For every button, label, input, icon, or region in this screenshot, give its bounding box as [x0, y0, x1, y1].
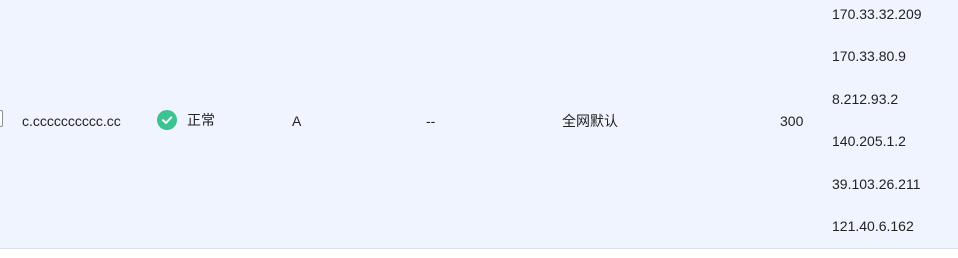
check-circle-icon: [157, 110, 177, 130]
record-line: 全网默认: [562, 113, 618, 129]
table-row: c.cccccccccc.cc 正常 A -- 全网默认 300 170.33.…: [0, 0, 958, 249]
status-label: 正常: [187, 112, 215, 128]
record-type: A: [292, 113, 302, 129]
record-value: 39.103.26.211: [832, 175, 921, 192]
record-value: 121.40.6.162: [832, 217, 914, 234]
record-values-list: 170.33.32.209 170.33.80.9 8.212.93.2 140…: [832, 4, 958, 258]
record-value: 170.33.80.9: [832, 48, 906, 65]
record-domain: c.cccccccccc.cc: [22, 113, 121, 129]
status-badge: 正常: [157, 110, 215, 130]
record-value: 170.33.32.209: [832, 6, 922, 22]
record-ttl: 300: [780, 113, 804, 129]
record-value: 140.205.1.2: [832, 133, 906, 150]
record-host: --: [426, 113, 436, 129]
record-value: 8.212.93.2: [832, 90, 899, 107]
row-checkbox[interactable]: [0, 110, 3, 127]
